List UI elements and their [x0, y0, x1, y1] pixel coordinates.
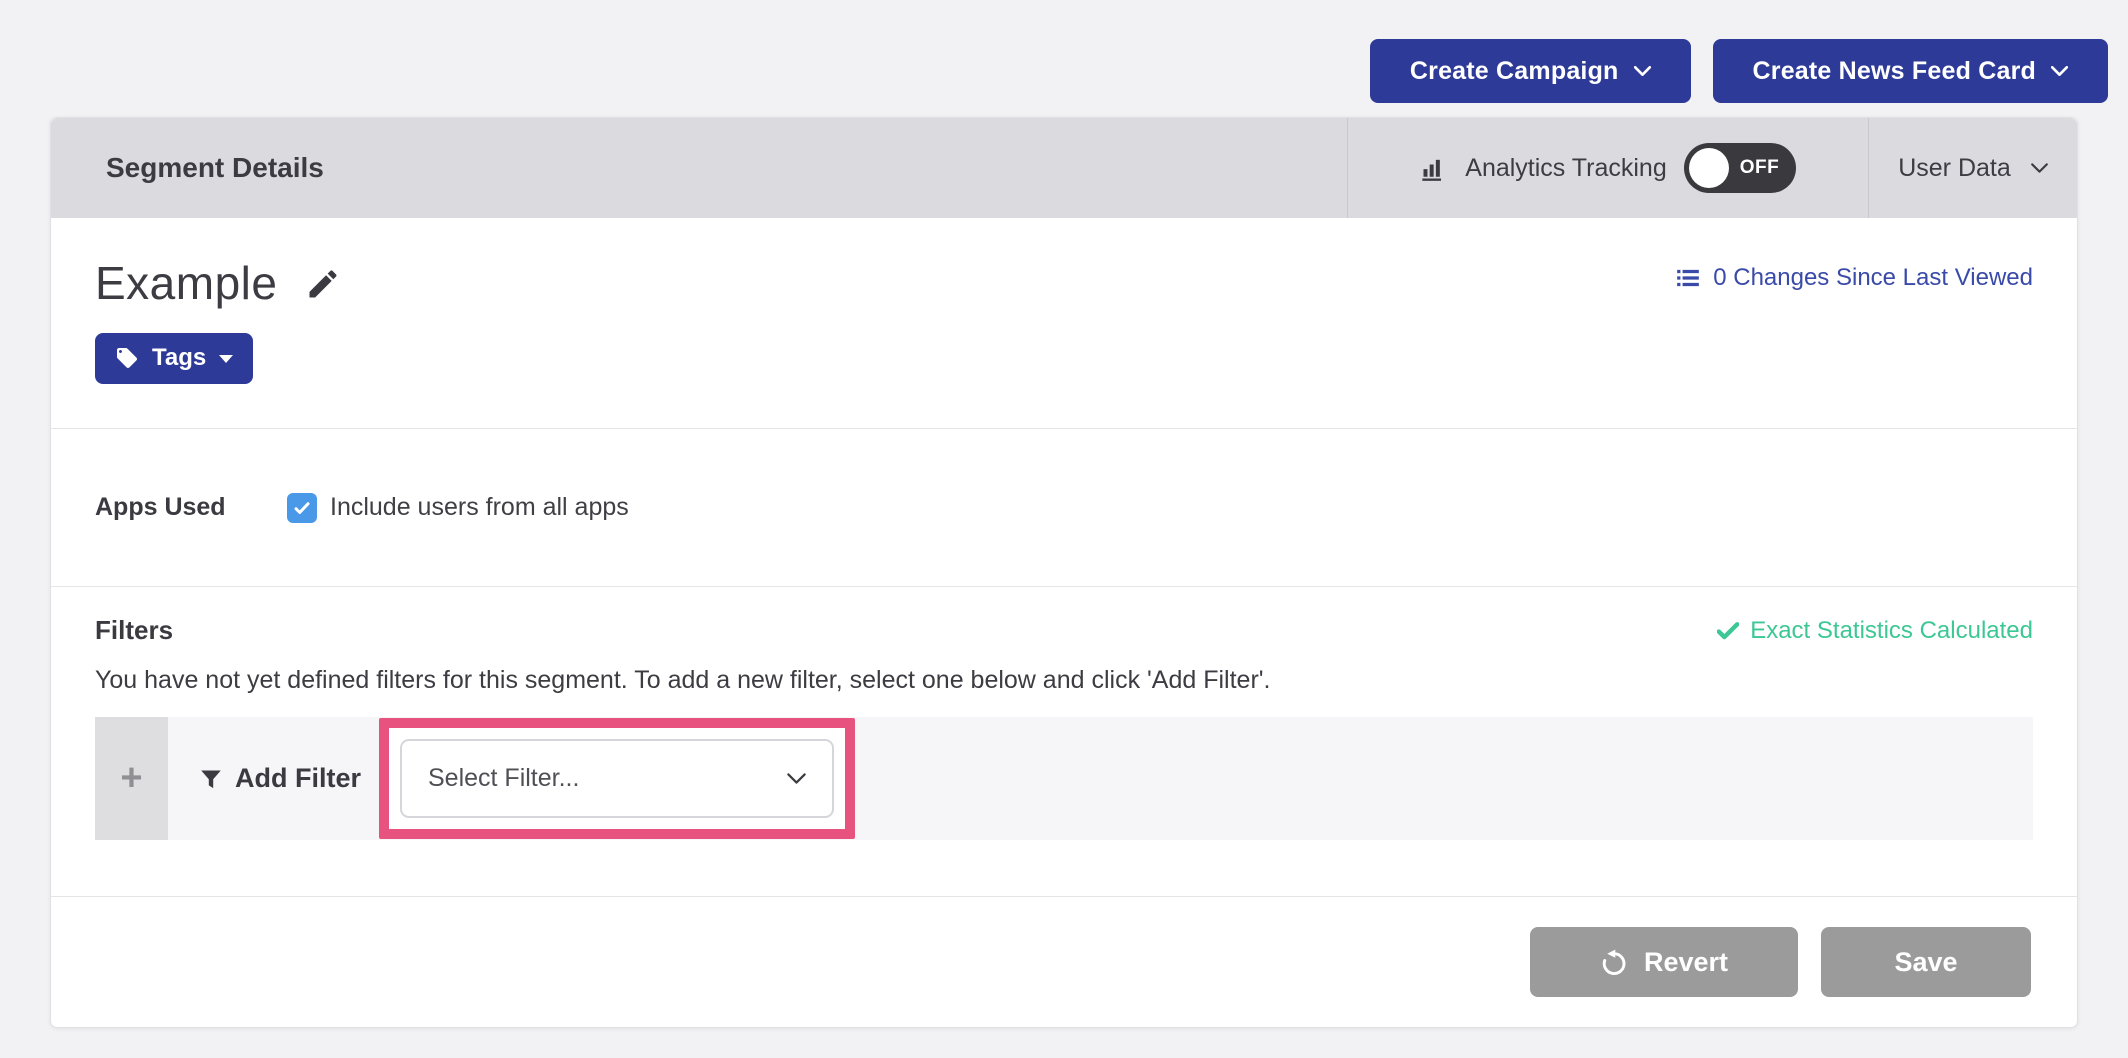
card-header: Segment Details Analytics Tracking OFF [51, 118, 2077, 218]
chevron-down-icon [2051, 66, 2068, 76]
filter-select-placeholder: Select Filter... [428, 764, 579, 793]
add-filter-group-button[interactable]: + [95, 717, 168, 840]
exact-statistics-label: Exact Statistics Calculated [1750, 617, 2033, 645]
chevron-down-icon [2031, 163, 2048, 173]
check-icon [292, 498, 312, 518]
user-data-label: User Data [1898, 154, 2011, 183]
tags-button[interactable]: Tags [95, 333, 253, 384]
analytics-tracking-group: Analytics Tracking OFF [1348, 118, 1868, 218]
create-news-feed-card-label: Create News Feed Card [1753, 57, 2036, 86]
segment-name-heading: Example [95, 258, 277, 309]
list-icon [1675, 265, 1701, 291]
add-filter-button[interactable]: Add Filter [200, 717, 361, 840]
changes-since-last-viewed-link[interactable]: 0 Changes Since Last Viewed [1675, 264, 2033, 292]
analytics-tracking-label: Analytics Tracking [1465, 154, 1666, 183]
filters-empty-message: You have not yet defined filters for thi… [95, 666, 2033, 695]
revert-icon [1600, 949, 1627, 976]
toggle-state-label: OFF [1740, 157, 1780, 179]
chevron-down-icon [1634, 66, 1651, 76]
add-filter-label: Add Filter [235, 763, 361, 794]
include-all-apps-checkbox[interactable] [287, 493, 317, 523]
apps-used-section: Apps Used Include users from all apps [51, 428, 2077, 586]
exact-statistics-status: Exact Statistics Calculated [1717, 617, 2033, 645]
create-campaign-label: Create Campaign [1410, 57, 1619, 86]
include-all-apps-label: Include users from all apps [330, 493, 629, 522]
check-icon [1717, 622, 1739, 640]
card-footer: Revert Save [51, 896, 2077, 1027]
include-all-apps-option: Include users from all apps [287, 493, 629, 523]
top-action-bar: Create Campaign Create News Feed Card [1370, 39, 2108, 103]
highlight-annotation: Select Filter... [379, 718, 855, 839]
changes-link-label: 0 Changes Since Last Viewed [1713, 264, 2033, 292]
caret-down-icon [219, 354, 233, 363]
apps-used-label: Apps Used [95, 493, 287, 522]
save-button[interactable]: Save [1821, 927, 2031, 997]
create-campaign-button[interactable]: Create Campaign [1370, 39, 1691, 103]
page: Create Campaign Create News Feed Card Se… [0, 0, 2128, 1058]
user-data-dropdown[interactable]: User Data [1869, 118, 2077, 218]
add-filter-row: + Add Filter Select Filter... [95, 717, 2033, 840]
tags-button-label: Tags [152, 344, 206, 372]
save-button-label: Save [1894, 947, 1957, 978]
revert-button[interactable]: Revert [1530, 927, 1798, 997]
revert-button-label: Revert [1644, 947, 1728, 978]
create-news-feed-card-button[interactable]: Create News Feed Card [1713, 39, 2108, 103]
toggle-knob [1689, 148, 1729, 188]
segment-title-section: Example [51, 218, 2077, 428]
page-title: Segment Details [106, 152, 1347, 184]
chevron-down-icon [787, 773, 806, 784]
filter-select[interactable]: Select Filter... [400, 739, 834, 818]
bar-chart-icon [1420, 154, 1448, 182]
analytics-tracking-toggle[interactable]: OFF [1684, 143, 1796, 193]
pencil-icon [305, 266, 341, 302]
funnel-icon [200, 768, 222, 790]
tag-icon [115, 346, 139, 370]
filters-section: Filters Exact Statistics Calculated You … [51, 586, 2077, 896]
plus-icon: + [120, 757, 142, 800]
segment-details-card: Segment Details Analytics Tracking OFF [50, 117, 2078, 1028]
filters-heading: Filters [95, 615, 173, 646]
edit-name-button[interactable] [305, 266, 341, 302]
